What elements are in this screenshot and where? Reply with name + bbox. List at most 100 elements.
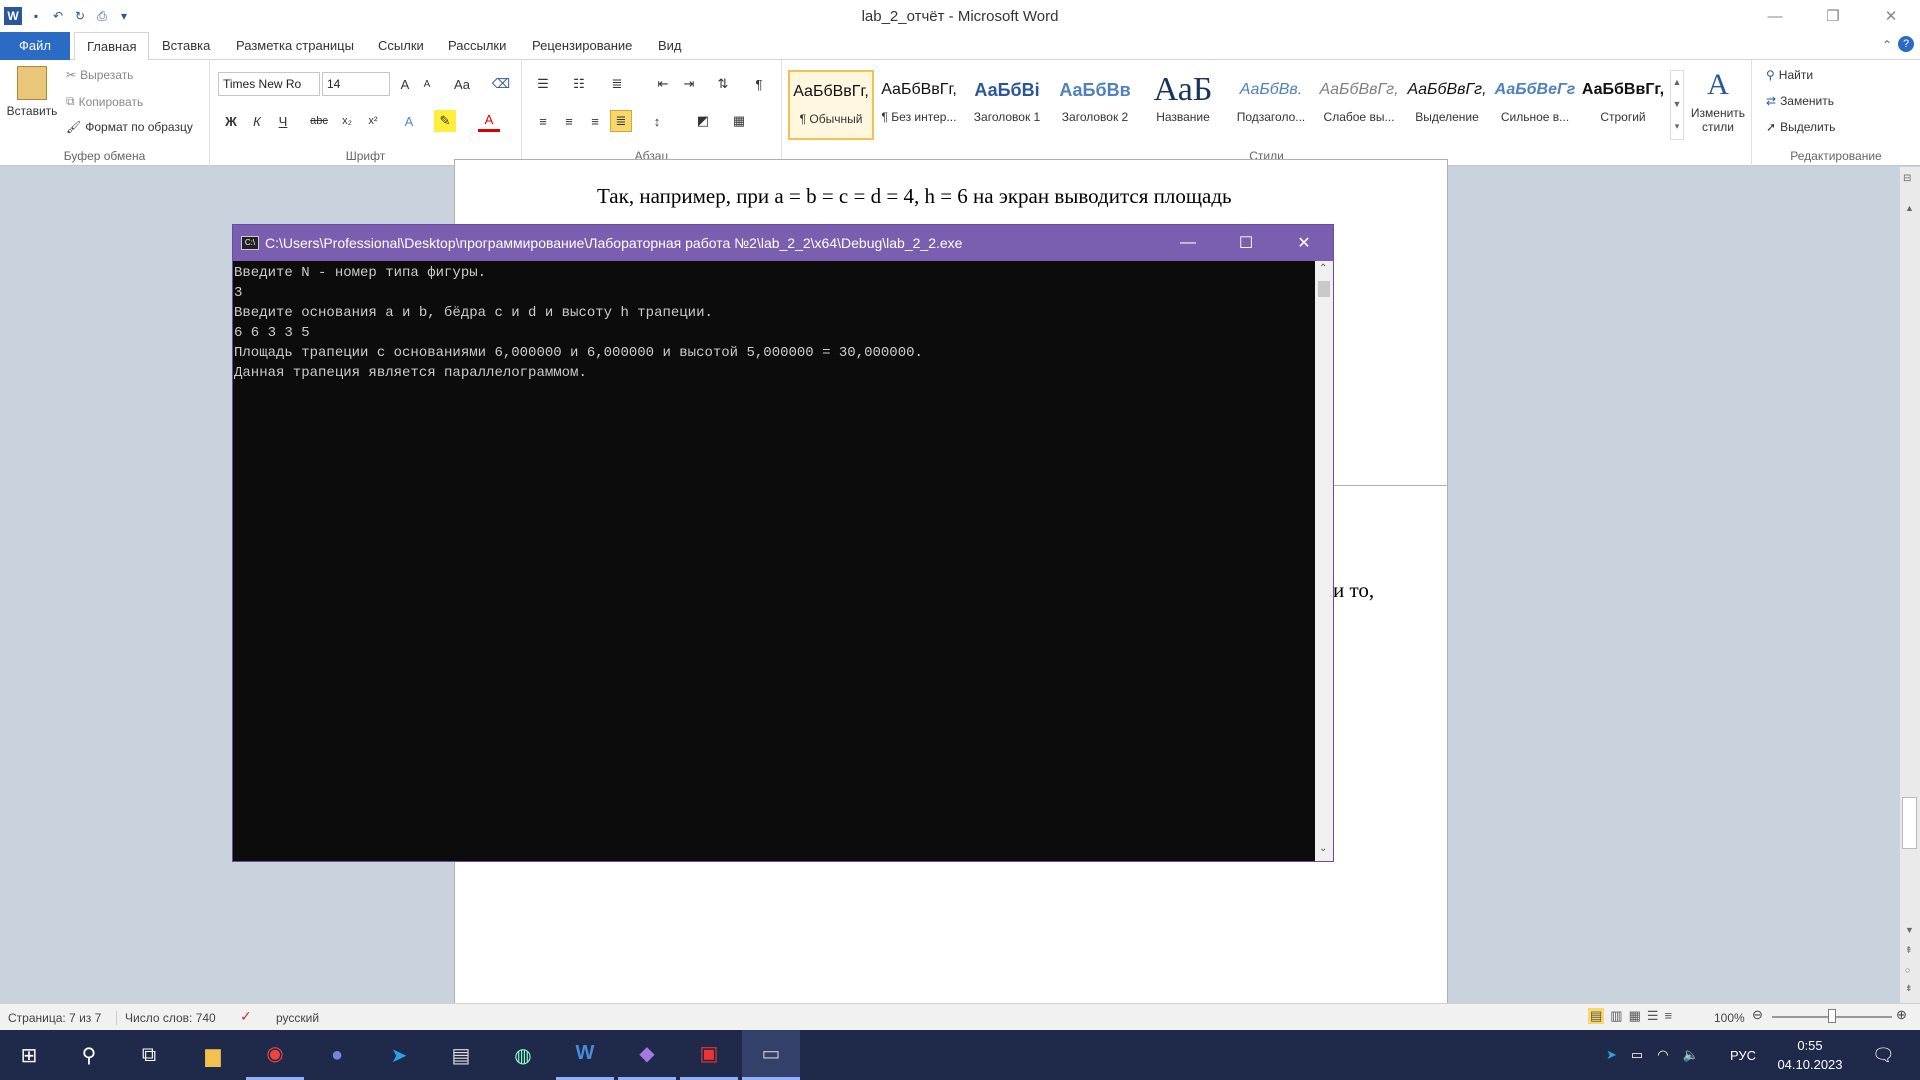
- sort-icon[interactable]: ⇅: [712, 73, 734, 95]
- console-scroll-down-icon[interactable]: ⌄: [1319, 843, 1327, 854]
- telegram-tray-icon[interactable]: ➤: [1606, 1047, 1617, 1063]
- console-minimize-button[interactable]: —: [1159, 225, 1217, 261]
- replace-button[interactable]: ⇄ Заменить: [1766, 94, 1834, 108]
- print-layout-view-icon[interactable]: ▤: [1588, 1008, 1605, 1024]
- numbering-icon[interactable]: ☷: [568, 73, 590, 95]
- search-icon[interactable]: ⚲: [60, 1030, 118, 1080]
- task-view-icon[interactable]: ⧉: [120, 1030, 178, 1080]
- console-scroll-thumb[interactable]: [1318, 281, 1330, 297]
- zoom-in-icon[interactable]: ⊕: [1896, 1007, 1907, 1023]
- help-icon[interactable]: ?: [1898, 36, 1914, 52]
- discord-icon[interactable]: ●: [308, 1030, 366, 1080]
- style-strong[interactable]: АаБбВвГг, Строгий: [1580, 70, 1666, 140]
- style-emphasis[interactable]: АаБбВвГг, Выделение: [1404, 70, 1490, 140]
- restore-button[interactable]: ❐: [1804, 0, 1862, 32]
- shrink-font-button[interactable]: A: [416, 73, 438, 95]
- format-painter-button[interactable]: 🖌 Формат по образцу: [66, 120, 193, 134]
- chrome-icon[interactable]: ◉: [246, 1030, 304, 1080]
- word-taskbar-icon[interactable]: W: [556, 1030, 614, 1080]
- undo-icon[interactable]: ↶: [50, 8, 66, 24]
- document-text-line[interactable]: Так, например, при a = b = c = d = 4, h …: [597, 184, 1232, 209]
- outline-view-icon[interactable]: ☰: [1647, 1008, 1659, 1024]
- align-right-icon[interactable]: ≡: [584, 110, 606, 132]
- draft-view-icon[interactable]: ≡: [1665, 1008, 1673, 1024]
- console-maximize-button[interactable]: ☐: [1217, 225, 1275, 261]
- strikethrough-button[interactable]: abc: [304, 110, 334, 132]
- web-layout-icon[interactable]: ▦: [1629, 1008, 1641, 1024]
- select-button[interactable]: ➚ Выделить: [1766, 120, 1835, 134]
- italic-button[interactable]: К: [246, 110, 268, 132]
- minimize-button[interactable]: —: [1746, 0, 1804, 32]
- collapse-ribbon-icon[interactable]: ⌃: [1882, 38, 1892, 52]
- zoom-slider-thumb[interactable]: [1828, 1009, 1836, 1023]
- save-icon[interactable]: ▪: [28, 8, 44, 24]
- multilevel-list-icon[interactable]: ≣: [606, 73, 628, 95]
- redo-icon[interactable]: ↻: [72, 8, 88, 24]
- word-count[interactable]: Число слов: 740: [116, 1011, 216, 1025]
- font-size-combo[interactable]: 14: [322, 72, 390, 96]
- console-scrollbar[interactable]: ⌃ ⌄: [1315, 261, 1333, 861]
- paste-button[interactable]: Вставить: [6, 66, 58, 118]
- highlight-icon[interactable]: ✎: [434, 110, 456, 132]
- find-button[interactable]: ⚲ Найти: [1766, 68, 1813, 82]
- tab-insert[interactable]: Вставка: [150, 32, 222, 60]
- console-output[interactable]: Введите N - номер типа фигуры. 3 Введите о…: [233, 261, 1315, 861]
- volume-icon[interactable]: 🔈: [1683, 1047, 1699, 1063]
- style-intense-emphasis[interactable]: АаБбВеГг Сильное в...: [1492, 70, 1578, 140]
- pilcrow-icon[interactable]: ¶: [748, 73, 770, 95]
- document-text-fragment[interactable]: и то,: [1333, 578, 1374, 603]
- scroll-up-icon[interactable]: ▲: [1905, 203, 1914, 213]
- increase-indent-icon[interactable]: ⇥: [678, 73, 700, 95]
- subscript-icon[interactable]: x₂: [336, 110, 358, 132]
- justify-icon[interactable]: ≣: [610, 110, 632, 132]
- console-title-bar[interactable]: C:\ C:\Users\Professional\Desktop\програ…: [233, 225, 1333, 261]
- underline-button[interactable]: Ч: [272, 110, 294, 132]
- text-effects-icon[interactable]: A: [398, 110, 420, 132]
- clock[interactable]: 0:55 04.10.2023: [1770, 1036, 1850, 1074]
- proofing-icon[interactable]: ✓: [240, 1008, 252, 1025]
- zoom-out-icon[interactable]: ⊖: [1752, 1007, 1763, 1023]
- tab-view[interactable]: Вид: [646, 32, 694, 60]
- decrease-indent-icon[interactable]: ⇤: [652, 73, 674, 95]
- console-taskbar-icon[interactable]: ▭: [742, 1030, 800, 1080]
- full-screen-reading-icon[interactable]: ▥: [1610, 1008, 1622, 1024]
- page-count[interactable]: Страница: 7 из 7: [8, 1011, 101, 1025]
- word-logo-icon[interactable]: W: [4, 7, 22, 25]
- notifications-icon[interactable]: 🗨: [1872, 1030, 1895, 1080]
- styles-scroll[interactable]: ▲ ▼ ▾: [1670, 70, 1684, 140]
- console-close-button[interactable]: ✕: [1275, 225, 1333, 261]
- tab-review[interactable]: Рецензирование: [520, 32, 644, 60]
- tab-file[interactable]: Файл: [0, 32, 70, 60]
- align-center-icon[interactable]: ≡: [558, 110, 580, 132]
- style-subtitle[interactable]: АаБбВв. Подзаголо...: [1228, 70, 1314, 140]
- style-heading-1[interactable]: АаБбВі Заголовок 1: [964, 70, 1050, 140]
- previous-page-icon[interactable]: ⇞: [1905, 945, 1913, 956]
- font-color-icon[interactable]: A: [478, 110, 500, 132]
- language-indicator[interactable]: русский: [276, 1011, 319, 1025]
- style-title[interactable]: АаБ Название: [1140, 70, 1226, 140]
- scroll-down-icon[interactable]: ▼: [1905, 925, 1914, 935]
- style-subtle-emphasis[interactable]: АаБбВвГг, Слабое вы...: [1316, 70, 1402, 140]
- shading-icon[interactable]: ◩: [692, 110, 714, 132]
- python-editor-icon[interactable]: ▤: [432, 1030, 490, 1080]
- tab-page-layout[interactable]: Разметка страницы: [224, 32, 366, 60]
- tab-home[interactable]: Главная: [74, 32, 150, 61]
- cut-button[interactable]: ✂ Вырезать: [66, 68, 133, 82]
- bold-button[interactable]: Ж: [220, 110, 242, 132]
- network-icon[interactable]: ◠: [1657, 1047, 1668, 1063]
- tab-references[interactable]: Ссылки: [366, 32, 436, 60]
- ruler-toggle-icon[interactable]: ⊟: [1903, 173, 1911, 184]
- browse-object-icon[interactable]: ○: [1905, 965, 1910, 975]
- input-language[interactable]: РУС: [1730, 1030, 1756, 1080]
- console-scroll-up-icon[interactable]: ⌃: [1319, 263, 1327, 274]
- align-left-icon[interactable]: ≡: [532, 110, 554, 132]
- telegram-icon[interactable]: ➤: [370, 1030, 428, 1080]
- app-icon[interactable]: ▣: [680, 1030, 738, 1080]
- print-icon[interactable]: ⎙: [94, 8, 110, 24]
- change-styles-button[interactable]: A Изменить стили: [1686, 68, 1750, 134]
- zoom-level[interactable]: 100%: [1714, 1011, 1745, 1025]
- customize-qat-icon[interactable]: ▾: [116, 8, 132, 24]
- grow-font-button[interactable]: A: [394, 73, 416, 95]
- clear-format-icon[interactable]: ⌫: [490, 73, 512, 95]
- next-page-icon[interactable]: ⇟: [1905, 983, 1913, 994]
